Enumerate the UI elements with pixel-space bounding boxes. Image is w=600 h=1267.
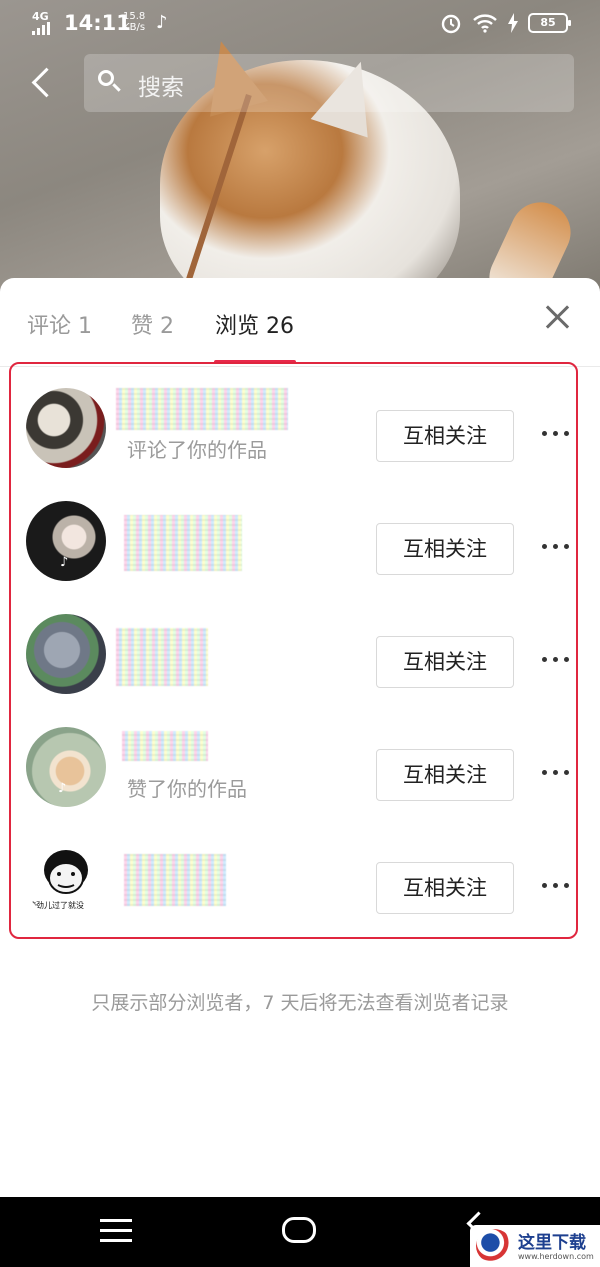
activity-text: 评论了你的作品: [127, 438, 267, 462]
charging-icon: [508, 13, 518, 33]
more-options-icon[interactable]: [540, 537, 574, 557]
avatar-caption: 使劲儿过了就没: [28, 901, 84, 910]
avatar[interactable]: [26, 388, 106, 468]
tiktok-icon: ♪: [58, 781, 67, 796]
viewers-sheet: 评论 1 赞 2 浏览 26 评论了你的作品 互相关注 ♪ 互相关注 互相关注 …: [0, 278, 600, 1197]
watermark-logo-icon: [476, 1229, 512, 1263]
more-options-icon[interactable]: [540, 424, 574, 444]
mutual-follow-button[interactable]: 互相关注: [376, 636, 514, 688]
mutual-follow-button[interactable]: 互相关注: [376, 749, 514, 801]
speed-unit: KB/s: [123, 22, 146, 33]
mutual-follow-button[interactable]: 互相关注: [376, 862, 514, 914]
viewers-note: 只展示部分浏览者，7 天后将无法查看浏览者记录: [91, 992, 509, 1014]
network-speed: 15.8 KB/s: [123, 11, 145, 33]
tiktok-icon: ♪: [60, 555, 69, 570]
speed-value: 15.8: [123, 11, 146, 22]
back-button[interactable]: [22, 62, 62, 106]
more-options-icon[interactable]: [540, 650, 574, 670]
tab-bar: 评论 1 赞 2 浏览 26: [0, 278, 600, 367]
username-blurred: [122, 731, 208, 761]
tiktok-icon: ♪: [156, 12, 168, 33]
clock: 14:11: [64, 11, 131, 35]
avatar[interactable]: ♪: [26, 727, 106, 807]
avatar[interactable]: 使劲儿过了就没: [26, 840, 106, 920]
search-placeholder: 搜索: [138, 75, 184, 101]
tab-comments[interactable]: 评论 1: [27, 308, 92, 340]
tab-likes[interactable]: 赞 2: [131, 308, 174, 340]
mutual-follow-button[interactable]: 互相关注: [376, 410, 514, 462]
username-blurred: [124, 854, 226, 906]
home-icon[interactable]: [282, 1217, 316, 1243]
activity-text: 赞了你的作品: [127, 777, 247, 801]
wifi-icon: [473, 14, 497, 33]
username-blurred: [124, 515, 242, 571]
battery-icon: 85: [528, 13, 571, 33]
search-input[interactable]: 搜索: [84, 54, 574, 112]
alarm-icon: [441, 14, 461, 34]
status-right: 85: [440, 12, 571, 34]
avatar[interactable]: ♪: [26, 501, 106, 581]
more-options-icon[interactable]: [540, 763, 574, 783]
list-item[interactable]: 评论了你的作品 互相关注: [0, 388, 600, 488]
list-item[interactable]: 使劲儿过了就没 互相关注: [0, 840, 600, 940]
username-blurred: [116, 628, 208, 686]
list-item[interactable]: 互相关注: [0, 614, 600, 714]
close-icon[interactable]: [544, 304, 570, 330]
signal-icon: [32, 22, 50, 35]
search-icon: [98, 70, 118, 90]
status-bar: 4G 14:11 15.8 KB/s ♪ 85: [0, 0, 600, 48]
more-options-icon[interactable]: [540, 876, 574, 896]
site-watermark: 这里下载 www.herdown.com: [470, 1225, 600, 1267]
list-item[interactable]: ♪ 赞了你的作品 互相关注: [0, 727, 600, 827]
tab-views[interactable]: 浏览 26: [215, 308, 294, 340]
list-item[interactable]: ♪ 互相关注: [0, 501, 600, 601]
watermark-text: 这里下载: [518, 1233, 586, 1253]
mutual-follow-button[interactable]: 互相关注: [376, 523, 514, 575]
menu-icon[interactable]: [100, 1219, 132, 1243]
username-blurred: [116, 388, 288, 430]
avatar[interactable]: [26, 614, 106, 694]
watermark-url: www.herdown.com: [518, 1252, 594, 1261]
